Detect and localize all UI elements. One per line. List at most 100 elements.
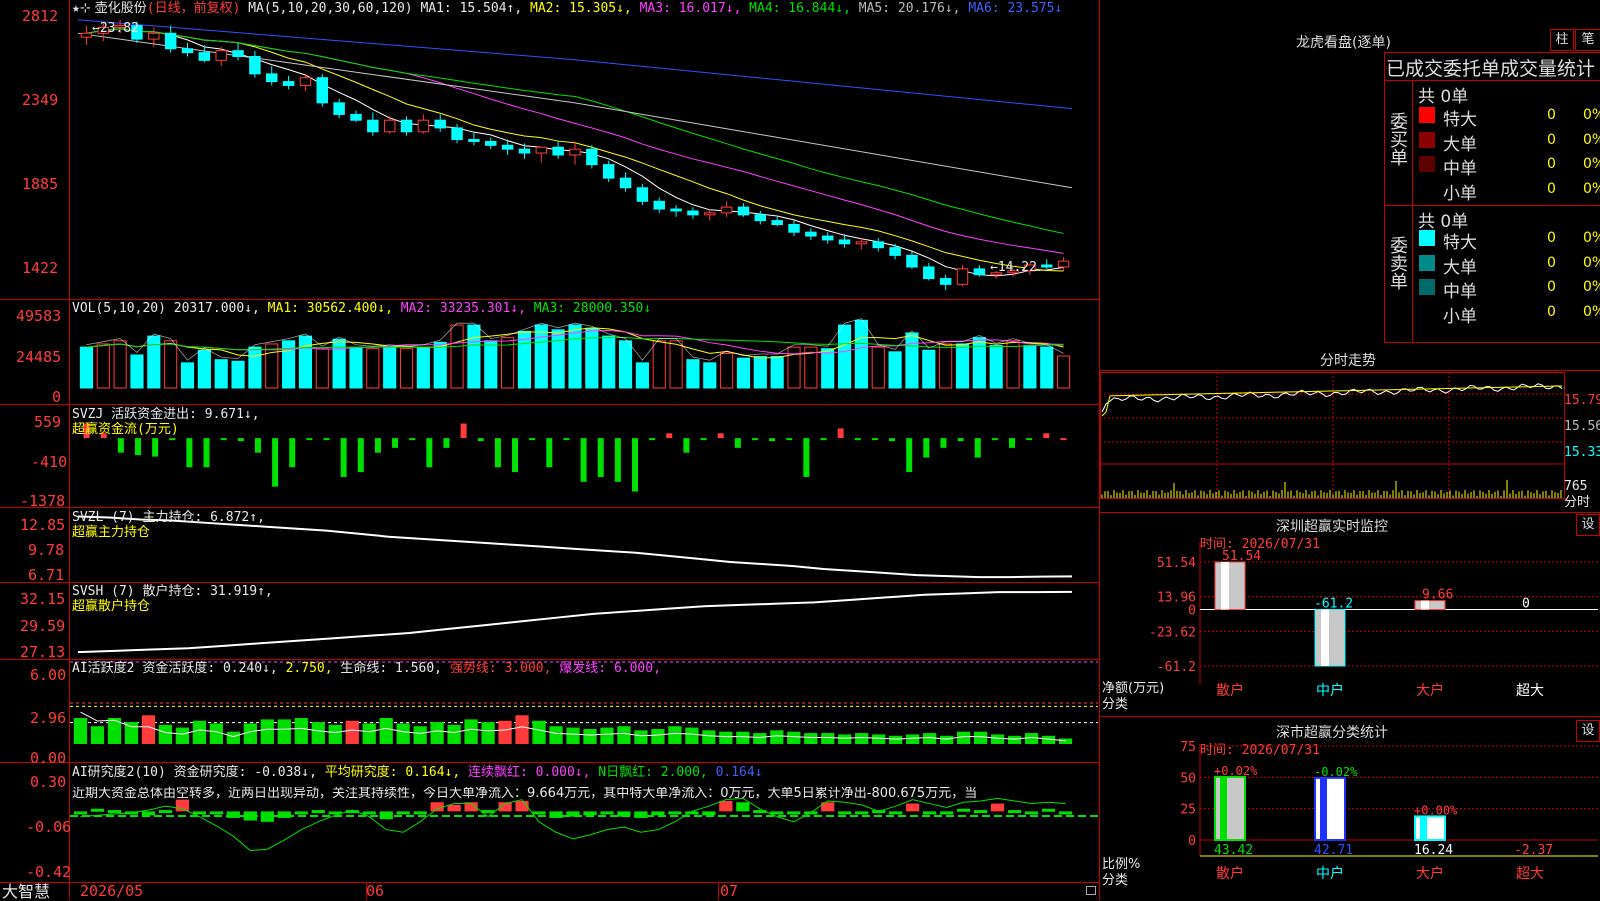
ai-activity-d: 强势线: 3.000, bbox=[449, 661, 552, 676]
monitor-category-label: 超大 bbox=[1516, 683, 1544, 699]
monitor-category-label: 中户 bbox=[1316, 682, 1344, 699]
order-percent: 0% bbox=[1583, 131, 1600, 148]
volume-bar bbox=[736, 357, 751, 389]
order-count: 0 bbox=[1547, 107, 1556, 123]
activity-bar bbox=[702, 730, 716, 744]
candle-body bbox=[619, 177, 632, 189]
svzj-header: SVZJ 活跃资金进出: 9.671↓, bbox=[72, 408, 260, 422]
ma1-value: MA1: 15.504↑, bbox=[420, 1, 523, 16]
svzj-y-tick: -410 bbox=[31, 453, 68, 471]
ai-research-e: 0.164↓ bbox=[715, 765, 763, 780]
capital-flow-bar bbox=[923, 438, 930, 458]
volume-bar bbox=[450, 324, 464, 389]
candle-body bbox=[602, 164, 615, 179]
research-bar bbox=[141, 811, 156, 816]
svsh-y-tick: 32.15 bbox=[20, 590, 66, 608]
volume-bar bbox=[972, 337, 986, 389]
monitor-y-tick: -23.62 bbox=[1149, 625, 1196, 640]
order-color-swatch bbox=[1419, 180, 1435, 197]
retail-holding-line bbox=[77, 590, 1073, 654]
bar-mode-button[interactable]: 柱 bbox=[1550, 29, 1574, 51]
monitor-y-tick: 0 bbox=[1188, 604, 1196, 619]
candle-body bbox=[485, 140, 497, 146]
activity-bar bbox=[260, 719, 274, 744]
capital-flow-bar bbox=[546, 438, 553, 468]
ma2-value: MA2: 15.305↓, bbox=[530, 1, 632, 16]
main-chart-area[interactable]: 2812 2349 1885 1422 ★⊹ 壶化股份(日线，前复权) MA(5,… bbox=[0, 0, 1100, 900]
intraday-chart[interactable] bbox=[1100, 372, 1570, 512]
activity-bar bbox=[328, 724, 342, 744]
x-icon[interactable]: ⊹ bbox=[80, 1, 91, 16]
kline-y-tick: 1885 bbox=[22, 175, 59, 193]
ai-research-chart[interactable] bbox=[0, 763, 1100, 883]
candle-body bbox=[417, 119, 430, 133]
capital-flow-bar bbox=[392, 438, 399, 448]
activity-bar bbox=[413, 726, 427, 744]
svsh-y-tick: 29.59 bbox=[20, 617, 66, 635]
research-bar bbox=[583, 811, 597, 816]
capital-flow-bar bbox=[237, 438, 244, 442]
ai-activity-b: 2.750, bbox=[285, 661, 333, 676]
kline-y-tick: 2812 bbox=[22, 7, 59, 25]
volume-bar bbox=[416, 346, 430, 389]
ai-activity-e: 爆发线: 6.000, bbox=[559, 661, 661, 676]
research-bar bbox=[90, 808, 105, 812]
research-bar bbox=[294, 811, 308, 815]
capital-flow-bar bbox=[837, 428, 844, 439]
volume-bar bbox=[1006, 340, 1020, 389]
volume-bar bbox=[989, 345, 1003, 389]
research-bar bbox=[413, 811, 427, 815]
intraday-avg-line bbox=[1101, 385, 1563, 417]
research-bar bbox=[719, 800, 733, 812]
order-count: 0 bbox=[1547, 254, 1556, 271]
capital-flow-bar bbox=[460, 423, 467, 439]
vol-ma2: MA2: 33235.301↓, bbox=[400, 301, 526, 316]
monitor-bar-highlight bbox=[1221, 562, 1229, 610]
order-count: 0 bbox=[1547, 156, 1556, 172]
kline-chart[interactable] bbox=[0, 0, 1100, 300]
order-type-label: 中单 bbox=[1443, 159, 1477, 179]
activity-bar bbox=[481, 722, 495, 744]
classify-chart[interactable]: 7550250+0.02%43.42散户-0.02%42.71中户+0.00%1… bbox=[1100, 716, 1600, 900]
capital-flow-bar bbox=[186, 438, 193, 468]
capital-flow-bar bbox=[991, 438, 998, 441]
lock-icon[interactable] bbox=[1086, 886, 1096, 895]
volume-bar bbox=[568, 324, 582, 389]
order-color-swatch bbox=[1419, 107, 1435, 123]
research-bar bbox=[430, 802, 444, 812]
candle-body bbox=[198, 52, 211, 61]
monitor-chart[interactable]: 51.5413.960-23.62-61.251.54散户-61.2中户9.66… bbox=[1100, 514, 1600, 704]
order-type-label: 大单 bbox=[1443, 257, 1477, 278]
activity-bar bbox=[498, 720, 512, 744]
capital-flow-bar bbox=[272, 438, 279, 487]
volume-bar bbox=[534, 324, 548, 389]
research-bar bbox=[447, 804, 461, 812]
app-logo[interactable]: 大智慧 bbox=[2, 883, 50, 900]
candle-body bbox=[838, 239, 851, 245]
activity-bar bbox=[821, 733, 835, 744]
research-bar bbox=[702, 811, 716, 816]
monitor-bar-highlight bbox=[1321, 609, 1329, 666]
volume-bar bbox=[854, 319, 868, 389]
monitor-category-label: 散户 bbox=[1216, 682, 1244, 699]
star-icon[interactable]: ★ bbox=[72, 1, 80, 16]
capital-flow-bar bbox=[751, 438, 758, 441]
intraday-unit-label: 分时 bbox=[1564, 495, 1591, 510]
volume-bar bbox=[349, 346, 363, 389]
capital-flow-bar bbox=[117, 438, 124, 453]
research-bar bbox=[736, 802, 750, 812]
activity-bar bbox=[804, 733, 818, 744]
tick-mode-button[interactable]: 笔 bbox=[1575, 29, 1600, 51]
svzj-y-tick: 559 bbox=[34, 413, 62, 431]
intraday-volume-label: 765 bbox=[1564, 479, 1588, 494]
activity-bar bbox=[277, 719, 291, 744]
volume-bar bbox=[265, 343, 279, 389]
capital-flow-bar bbox=[871, 438, 878, 441]
volume-bar bbox=[231, 360, 245, 389]
order-type-label: 中单 bbox=[1443, 282, 1477, 302]
capital-flow-bar bbox=[1026, 438, 1033, 441]
candle-body bbox=[704, 212, 716, 216]
order-row: 大单 0 0% bbox=[1413, 251, 1600, 278]
capital-flow-bar bbox=[477, 438, 484, 442]
ai-research-b: 平均研究度: 0.164↓, bbox=[324, 765, 461, 780]
